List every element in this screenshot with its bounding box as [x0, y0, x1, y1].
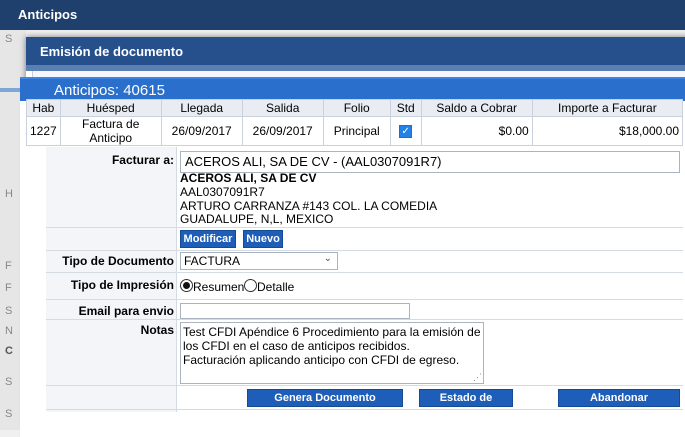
table-row[interactable]: 1227 Factura de Anticipo 26/09/2017 26/0… — [26, 116, 684, 146]
abandonar-facturacion-button[interactable]: Abandonar Facturación — [558, 389, 680, 420]
chevron-down-icon: ⌄ — [323, 253, 332, 264]
notas-line: Test CFDI Apéndice 6 Procedimiento para … — [183, 325, 481, 339]
col-header: Std — [389, 99, 422, 117]
genera-documento-button[interactable]: Genera Documento Electrónico — [247, 389, 403, 420]
bg-letter: S — [5, 305, 13, 317]
col-header: Hab — [26, 99, 61, 117]
divider — [46, 299, 683, 300]
estado-cuenta-button[interactable]: Estado de Cuenta — [419, 389, 513, 420]
bg-letter: S — [5, 376, 13, 388]
cell-folio: Principal — [322, 116, 391, 146]
panel-title: Anticipos: 40615 — [54, 82, 165, 99]
notas-line: Facturación aplicando anticipo con CFDI … — [183, 353, 460, 367]
panel-header: Anticipos: 40615 — [20, 77, 685, 101]
cell-huesped: Factura de Anticipo — [59, 116, 162, 146]
email-input[interactable] — [180, 303, 410, 319]
modificar-button[interactable]: Modificar — [180, 230, 236, 248]
bg-letter: S — [5, 408, 13, 420]
detalle-label: Detalle — [257, 280, 295, 294]
bg-letter: S — [5, 33, 13, 45]
std-checkbox[interactable]: ✓ — [399, 125, 413, 139]
cell-std: ✓ — [389, 116, 422, 146]
divider — [46, 227, 683, 228]
form-column-divider — [176, 147, 177, 412]
divider — [46, 409, 683, 410]
app-titlebar: Anticipos — [0, 0, 685, 30]
col-header: Llegada — [160, 99, 243, 117]
facturar-input[interactable]: ACEROS ALI, SA DE CV - (AAL0307091R7) — [180, 151, 680, 173]
cell-saldo: $0.00 — [420, 116, 533, 146]
divider — [46, 385, 683, 386]
anticipos-table: Hab Huésped Llegada Salida Folio Std Sal… — [26, 99, 684, 146]
cell-hab: 1227 — [26, 116, 61, 146]
col-header: Importe a Facturar — [531, 99, 684, 117]
tipo-documento-select[interactable]: FACTURA ⌄ — [180, 252, 338, 270]
notas-line: los CFDI en el caso de anticipos recibid… — [183, 339, 410, 353]
resumen-radio[interactable] — [180, 279, 193, 292]
bg-letter: C — [5, 345, 13, 357]
facturar-label: Facturar a: — [111, 153, 174, 167]
dialog-titlebar[interactable]: Emisión de documento — [26, 37, 685, 65]
dialog-title: Emisión de documento — [40, 44, 184, 59]
nuevo-button[interactable]: Nuevo — [243, 230, 283, 248]
cell-llegada: 26/09/2017 — [160, 116, 243, 146]
table-header-row: Hab Huésped Llegada Salida Folio Std Sal… — [26, 99, 684, 117]
detalle-radio[interactable] — [244, 279, 257, 292]
resize-handle-icon[interactable]: ⋰ — [473, 372, 482, 383]
col-header: Salida — [241, 99, 324, 117]
cell-salida: 26/09/2017 — [241, 116, 324, 146]
notas-textarea[interactable]: Test CFDI Apéndice 6 Procedimiento para … — [180, 322, 484, 384]
email-label: Email para envio — [78, 304, 174, 318]
divider — [46, 272, 683, 273]
bg-letter: F — [5, 260, 12, 272]
cell-importe: $18,000.00 — [531, 116, 684, 146]
col-header: Huésped — [59, 99, 162, 117]
billing-form: Facturar a: ACEROS ALI, SA DE CV - (AAL0… — [46, 147, 683, 420]
resumen-label: Resumen — [193, 280, 245, 294]
col-header: Folio — [322, 99, 391, 117]
client-rfc: AAL0307091R7 — [180, 185, 265, 199]
client-address-line1: ARTURO CARRANZA #143 COL. LA COMEDIA — [180, 199, 438, 213]
tipo-impresion-label: Tipo de Impresión — [70, 278, 174, 292]
divider — [46, 319, 683, 320]
facturar-value: ACEROS ALI, SA DE CV - (AAL0307091R7) — [185, 154, 442, 169]
bg-letter: F — [5, 282, 12, 294]
col-header: Saldo a Cobrar — [420, 99, 533, 117]
tipo-documento-label: Tipo de Documento — [62, 254, 174, 268]
tipo-documento-value: FACTURA — [184, 254, 241, 268]
client-name: ACEROS ALI, SA DE CV — [180, 171, 317, 185]
notas-label: Notas — [140, 323, 174, 337]
bg-letter: H — [5, 188, 13, 200]
app-title: Anticipos — [18, 7, 78, 22]
divider — [46, 250, 683, 251]
bg-letter: N — [5, 325, 13, 337]
client-address-line2: GUADALUPE, N,L, MEXICO — [180, 212, 334, 226]
